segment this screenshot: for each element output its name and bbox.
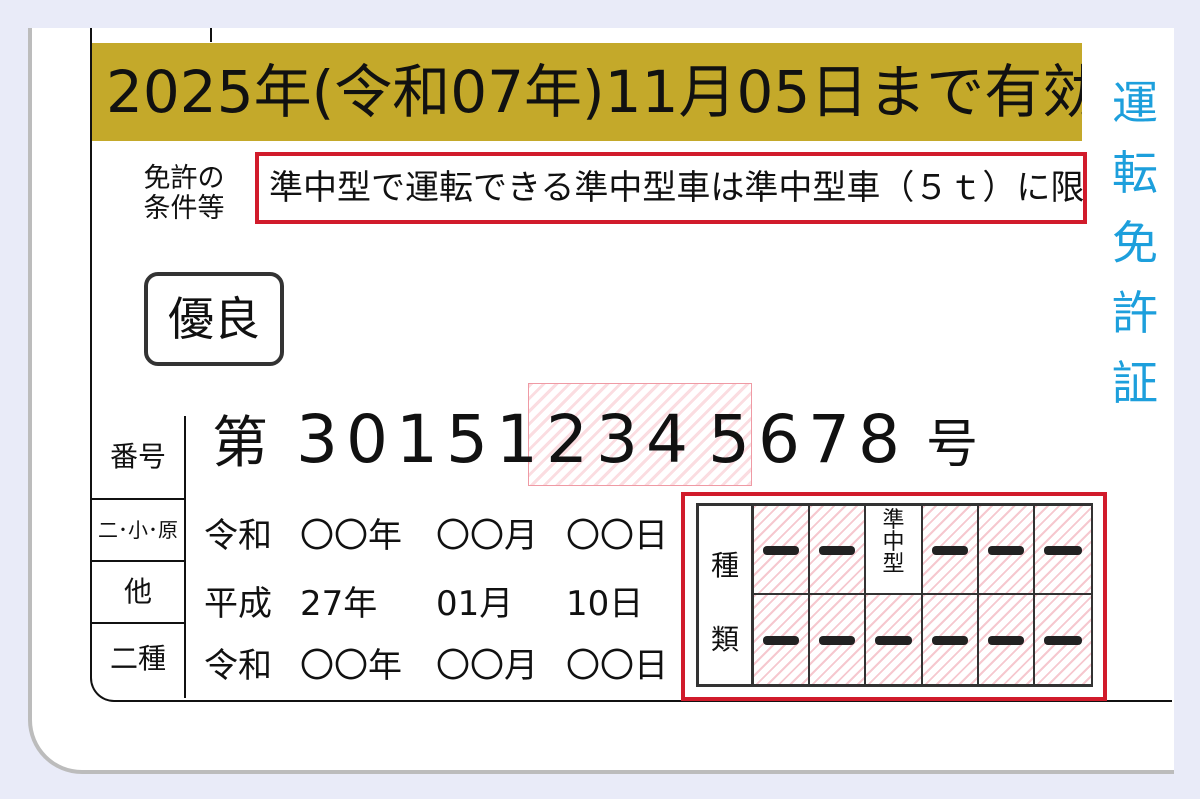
validity-band: 2025年(令和07年)11月05日まで有効 [92,43,1082,141]
side-title-char: 運 [1112,76,1158,130]
conditions-text: 準中型で運転できる準中型車は準中型車（５ｔ）に限る [255,152,1087,224]
date-year: 〇〇年 [300,646,402,686]
class-dash [1044,545,1083,555]
date-month: 01月 [436,584,514,624]
side-title-char: 証 [1112,356,1158,410]
date-label-nishogen: 二･小･原 [92,500,184,562]
number-digit: 6 [758,401,800,478]
number-digit: 1 [496,401,538,478]
class-cell [810,595,867,684]
class-cell: 準中型 [866,506,923,595]
number-digit: 3 [296,401,338,478]
class-cell [922,506,979,595]
date-label-other: 他 [92,562,184,624]
side-title: 運 転 免 許 証 [1100,68,1170,418]
number-digit: 0 [346,401,388,478]
number-digit: 4 [646,401,688,478]
date-label-nishu: 二種 [109,642,166,675]
number-label: 番号 [92,416,184,500]
conditions-label-line1: 免許の [143,163,225,194]
conditions-label: 免許の 条件等 [118,164,250,224]
date-era: 令和 [204,516,272,556]
class-dash [1044,635,1083,645]
date-day: 〇〇日 [566,516,668,556]
side-title-char: 転 [1112,146,1158,200]
number-prefix: 第 [212,411,268,476]
top-divider-mark [210,28,212,42]
date-row-nishu: 令和 〇〇年 〇〇月 〇〇日 [204,638,668,687]
class-label-bottom: 類 [710,623,739,656]
date-era: 令和 [204,646,272,686]
number-digit: 8 [858,401,900,478]
class-dash [819,545,856,555]
class-dash [819,635,856,645]
class-dash [763,545,800,555]
side-title-char: 許 [1112,286,1158,340]
date-era: 平成 [204,584,272,624]
class-cell [754,506,811,595]
class-dash [987,635,1024,645]
class-label-top: 種 [710,549,739,582]
number-digit: 5 [708,401,750,478]
class-cell [1035,506,1092,595]
class-dash [931,545,968,555]
date-year: 27年 [300,584,378,624]
class-dash [987,545,1024,555]
class-label: 種 類 [699,506,754,684]
date-row-other: 平成 27年 01月 10日 [204,576,643,625]
date-year: 〇〇年 [300,516,402,556]
class-name: 準中型 [882,508,905,577]
class-cell [810,506,867,595]
class-cell [978,595,1035,684]
class-cell [922,595,979,684]
date-month: 〇〇月 [436,516,538,556]
date-day: 10日 [566,584,644,624]
side-title-char: 免 [1112,216,1158,270]
number-digit: 3 [596,401,638,478]
class-cell [978,506,1035,595]
number-digit: 2 [546,401,588,478]
number-digit: 5 [446,401,488,478]
class-cell [866,595,923,684]
left-label-column: 番号 二･小･原 他 二種 [92,416,186,698]
license-number: 第301512345678号 [212,390,978,490]
date-day: 〇〇日 [566,646,668,686]
number-digit: 7 [808,401,850,478]
class-cell [754,595,811,684]
class-cell [1035,595,1092,684]
class-dash [875,635,912,645]
class-dash [931,635,968,645]
number-digit: 1 [396,401,438,478]
conditions-label-line2: 条件等 [143,193,225,224]
excellent-driver-badge: 優良 [144,272,284,366]
class-dash [763,635,800,645]
date-month: 〇〇月 [436,646,538,686]
number-suffix: 号 [926,415,979,475]
license-class-grid: 種 類 準中型 [696,503,1093,687]
date-row-nishogen: 令和 〇〇年 〇〇月 〇〇日 [204,508,668,557]
